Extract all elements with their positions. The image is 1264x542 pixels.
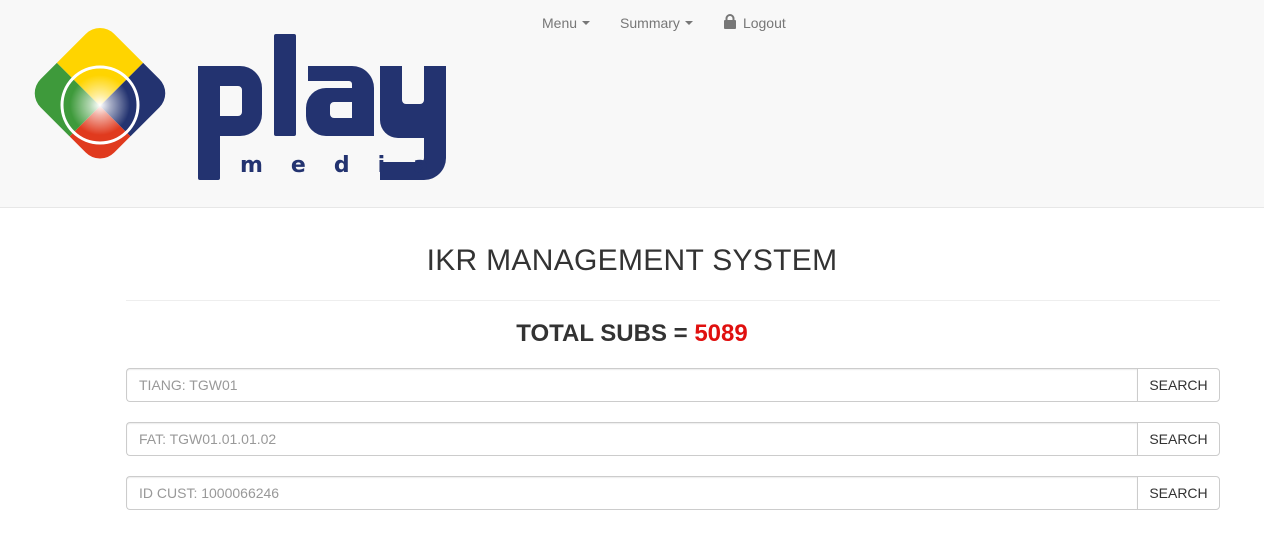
page-title: IKR MANAGEMENT SYSTEM (426, 244, 838, 277)
search-fat-input[interactable] (126, 422, 1137, 456)
total-subs-label: TOTAL SUBS = (516, 320, 695, 347)
caret-down-icon (582, 21, 591, 25)
nav-summary-dropdown[interactable]: Summary (605, 13, 708, 33)
search-idcust-input[interactable] (126, 476, 1137, 510)
nav-menu-label: Menu (542, 15, 578, 31)
total-subs: TOTAL SUBS = 5089 (0, 320, 1264, 348)
total-subs-value: 5089 (694, 320, 748, 347)
search-fat-group: SEARCH (126, 422, 1220, 456)
nav-logout-link[interactable]: Logout (708, 13, 801, 33)
nav-menu-dropdown[interactable]: Menu (527, 13, 605, 33)
top-navbar: media Menu Summary Logout (0, 0, 1264, 208)
search-idcust-button[interactable]: SEARCH (1137, 476, 1220, 510)
search-tiang-button[interactable]: SEARCH (1137, 368, 1220, 402)
nav-summary-label: Summary (620, 15, 680, 31)
search-idcust-group: SEARCH (126, 476, 1220, 510)
lock-icon (723, 14, 737, 32)
logo-subtext: media (240, 153, 456, 178)
search-fat-button[interactable]: SEARCH (1137, 422, 1220, 456)
nav-links: Menu Summary Logout (527, 13, 801, 33)
title-divider (126, 300, 1220, 301)
search-tiang-input[interactable] (126, 368, 1137, 402)
search-tiang-group: SEARCH (126, 368, 1220, 402)
play-media-logo[interactable]: media (22, 28, 502, 189)
caret-down-icon (684, 21, 693, 25)
nav-logout-label: Logout (742, 15, 786, 31)
